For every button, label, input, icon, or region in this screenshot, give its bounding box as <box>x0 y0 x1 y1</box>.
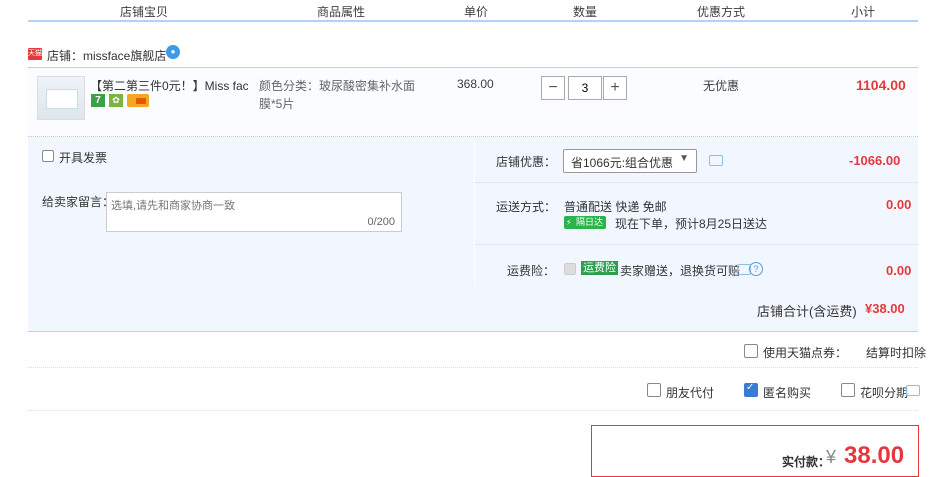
divider <box>475 182 918 184</box>
divider <box>475 244 918 246</box>
divider <box>28 367 918 369</box>
payment-amount: 38.00 <box>844 442 905 469</box>
insurance-label: 运费险： <box>507 264 556 278</box>
divider <box>28 410 918 412</box>
payment-label: 实付款： <box>782 455 831 469</box>
product-attributes: 颜色分类：玻尿酸密集补水面膜*5片 <box>259 79 416 111</box>
quantity-increase-button[interactable]: + <box>603 76 627 100</box>
payment-currency: ¥ <box>826 447 837 467</box>
col-attributes: 商品属性 <box>317 5 366 19</box>
anonymous-label: 匿名购买 <box>763 386 812 400</box>
col-discount: 优惠方式 <box>697 5 746 19</box>
item-subtotal: 1104.00 <box>856 77 906 93</box>
comment-icon[interactable] <box>709 155 723 166</box>
memo-textarea[interactable] <box>107 193 401 237</box>
tmall-points-note: 结算时扣除 <box>866 346 927 360</box>
shipping-amount: 0.00 <box>886 197 912 212</box>
col-quantity: 数量 <box>573 5 598 19</box>
friend-pay-label: 朋友代付 <box>666 386 715 400</box>
tmall-badge-icon: 天猫 <box>28 48 42 60</box>
shipping-method: 普通配送 快递 免邮 <box>564 200 667 214</box>
next-day-badge: ⚡ 隔日达 <box>564 216 606 229</box>
credit-card-icon <box>127 94 149 107</box>
insurance-checkbox <box>564 263 576 275</box>
shipping-label: 运送方式： <box>496 200 557 214</box>
col-unit-price: 单价 <box>464 5 489 19</box>
invoice-checkbox[interactable] <box>42 150 54 162</box>
tmall-points-label: 使用天猫点券： <box>763 346 848 360</box>
quantity-input[interactable] <box>568 76 602 100</box>
seven-day-return-icon: 7 <box>91 94 105 107</box>
memo-char-count: 0/200 <box>367 216 395 228</box>
shop-promo-label: 店铺优惠： <box>496 155 557 169</box>
product-title-link[interactable]: 【第二第三件0元！】Miss face 玻尿酸密集补水面膜 <box>90 77 248 94</box>
anonymous-checkbox[interactable] <box>744 382 758 397</box>
shop-name-link[interactable]: 店铺：missface旗舰店 <box>47 47 166 64</box>
unit-price: 368.00 <box>457 77 494 91</box>
col-shop-item: 店铺宝贝 <box>120 5 169 19</box>
tmall-points-checkbox[interactable] <box>744 344 758 358</box>
product-thumbnail[interactable] <box>37 76 85 120</box>
lightning-icon: ⚡ <box>566 218 572 227</box>
insurance-amount: 0.00 <box>886 263 912 278</box>
insurance-desc: 卖家赠送，退换货可赔 <box>620 264 741 278</box>
quantity-decrease-button[interactable]: − <box>541 76 565 100</box>
quantity-stepper: − + <box>541 76 627 100</box>
chevron-down-icon: ▼ <box>679 153 689 164</box>
shop-promo-amount: -1066.00 <box>849 153 901 168</box>
wangwang-chat-icon[interactable]: ● <box>166 45 180 59</box>
shop-total-amount: ¥38.00 <box>865 301 905 316</box>
memo-label: 给卖家留言： <box>42 195 115 209</box>
huabei-label: 花呗分期 <box>860 386 909 400</box>
item-discount: 无优惠 <box>703 79 740 93</box>
memo-box: 0/200 <box>106 192 402 237</box>
shop-promo-select[interactable]: 省1066元:组合优惠 ▼ <box>563 149 697 173</box>
table-header: 店铺宝贝 商品属性 单价 数量 优惠方式 小计 <box>28 0 918 22</box>
shop-promo-selected: 省1066元:组合优惠 <box>571 156 674 170</box>
insurance-tag: 运费险 <box>581 261 618 275</box>
delivery-estimate: 现在下单，预计8月25日送达 <box>615 217 768 231</box>
col-subtotal: 小计 <box>851 5 876 19</box>
invoice-label: 开具发票 <box>59 151 108 165</box>
shop-total-label: 店铺合计(含运费) <box>757 304 857 319</box>
comment-icon[interactable] <box>906 385 920 396</box>
friend-pay-checkbox[interactable] <box>647 383 661 397</box>
help-icon[interactable]: ? <box>749 262 763 276</box>
guarantee-icon: ✿ <box>109 94 123 107</box>
huabei-checkbox[interactable] <box>841 383 855 397</box>
